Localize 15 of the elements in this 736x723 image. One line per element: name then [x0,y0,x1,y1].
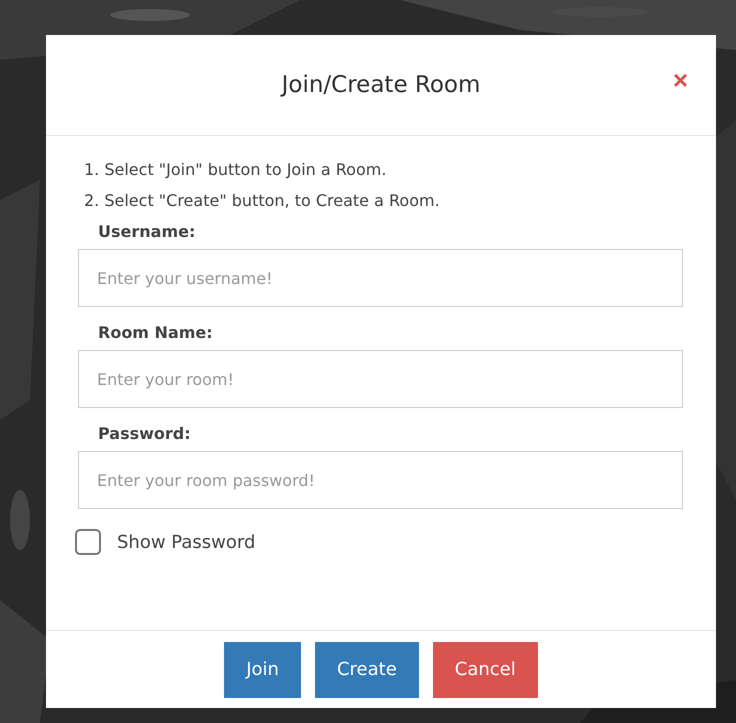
input-field[interactable]: Enter your room! [78,350,683,408]
dialog-title: Join/Create Room [282,72,480,98]
checkbox[interactable] [75,529,101,555]
dialog-button[interactable]: Join [224,642,301,698]
dialog-button[interactable]: Cancel [432,642,538,698]
checkbox-label: Show Password [117,532,256,552]
field-label: Room Name: [98,323,214,342]
instruction-text: 2. Select "Create" button, to Create a Room. [84,191,441,210]
input-field[interactable]: Enter your username! [78,249,683,307]
field-label: Username: [98,222,196,241]
close-button[interactable]: × [672,67,688,93]
field-label: Password: [98,424,192,443]
instruction-text: 1. Select "Join" button to Join a Room. [84,160,388,179]
dialog-button[interactable]: Create [314,642,419,698]
input-field[interactable]: Enter your room password! [78,451,683,509]
